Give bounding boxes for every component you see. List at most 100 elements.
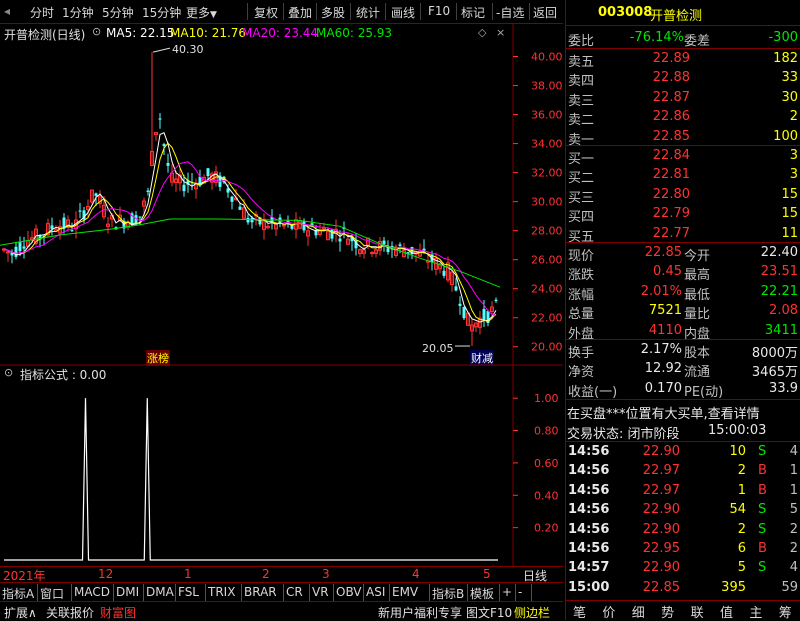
remove-watchlist-button[interactable]: -自选 (496, 4, 524, 21)
tab-5min[interactable]: 5分钟 (102, 4, 134, 21)
tick-row[interactable]: 14:56 22.97 2 B 1 (566, 461, 800, 481)
date-axis: 2021年 12 1 2 3 4 5 日线 (0, 566, 563, 583)
date-label-4: 4 (412, 567, 420, 581)
bid-row[interactable]: 买四 22.79 15 (566, 204, 800, 225)
ask-row[interactable]: 卖四 22.88 33 (566, 68, 800, 89)
bid-volume: 15 (781, 206, 798, 222)
indicator-tab[interactable]: ASI (366, 585, 385, 599)
tick-price: 22.97 (642, 463, 680, 479)
ma20-line (3, 161, 497, 316)
multi-stock-button[interactable]: 多股 (321, 4, 345, 21)
sidebar-toggle[interactable]: 侧边栏 (514, 604, 550, 621)
ask-row[interactable]: 卖五 22.89 182 (566, 49, 800, 70)
diamond-icon[interactable]: ◇ (478, 26, 486, 39)
tab-15min[interactable]: 15分钟 (142, 4, 181, 21)
price-tick-label: 22.00 (531, 312, 563, 325)
stat-value: 4110 (648, 322, 682, 338)
tick-volume: 5 (737, 560, 746, 576)
promo-link[interactable]: 新用户福利专享 (378, 604, 462, 621)
close-icon[interactable]: × (496, 26, 505, 39)
price-tick-label: 32.00 (531, 167, 563, 180)
tick-count: 1 (789, 482, 798, 498)
ma5-label: MA5: 22.15 (106, 26, 175, 40)
high-annotation: 40.30 (172, 43, 204, 56)
stock-header: 003008 开普检测 (566, 3, 800, 24)
indicator-tab[interactable]: + (502, 585, 512, 599)
fuquan-button[interactable]: 复权 (254, 4, 278, 21)
f10-button[interactable]: F10 (428, 4, 450, 18)
bid-volume: 11 (781, 225, 798, 241)
related-quote-button[interactable]: 关联报价 (46, 604, 94, 621)
bid-row[interactable]: 买一 22.84 3 (566, 146, 800, 167)
ask-row[interactable]: 卖三 22.87 30 (566, 88, 800, 109)
stat-value: 7521 (648, 303, 682, 319)
indicator-tab[interactable]: OBV (336, 585, 362, 599)
price-tick-label: 36.00 (531, 109, 563, 122)
stats-button[interactable]: 统计 (356, 4, 380, 21)
stat-label: 现价 (568, 249, 595, 264)
quote-tab[interactable]: 主 (741, 602, 770, 621)
ask-volume: 2 (789, 109, 798, 125)
bid-row[interactable]: 买二 22.81 3 (566, 165, 800, 186)
fin-label: 流通 (684, 365, 711, 381)
mark-button[interactable]: 标记 (461, 4, 485, 21)
quote-tab[interactable]: 筹 (771, 602, 800, 621)
fin-label: 换手 (568, 346, 595, 361)
quote-tab[interactable]: 笔 (565, 602, 594, 621)
bid-row[interactable]: 买五 22.77 11 (566, 224, 800, 245)
quote-tab[interactable]: 细 (624, 602, 653, 621)
indicator-tab[interactable]: EMV (392, 585, 418, 599)
tab-more[interactable]: 更多▼ (186, 4, 217, 21)
indicator-tab[interactable]: MACD (74, 585, 110, 599)
indicator-tab[interactable]: 模板 (470, 585, 494, 602)
indicator-tab[interactable]: VR (312, 585, 329, 599)
expand-button[interactable]: 扩展∧ (4, 604, 37, 621)
tick-row[interactable]: 14:56 22.90 10 S 4 (566, 442, 800, 462)
tick-row[interactable]: 14:56 22.97 1 B 1 (566, 481, 800, 501)
f10-graphic-button[interactable]: 图文F10 (466, 604, 512, 621)
indicator-tab[interactable]: - (518, 585, 522, 599)
bid-price: 22.84 (652, 148, 690, 163)
tick-row[interactable]: 14:57 22.90 5 S 4 (566, 558, 800, 578)
notice-row[interactable]: 在买盘***位置有大买单,查看详情 (566, 401, 800, 422)
big-order-notice[interactable]: 在买盘***位置有大买单,查看详情 (567, 403, 760, 422)
tab-fenshi[interactable]: 分时 (30, 4, 54, 21)
indicator-tab[interactable]: DMI (116, 585, 139, 599)
toolbar-arrow-icon[interactable]: ◂ (4, 4, 10, 18)
indicator-tab[interactable]: 指标A (2, 585, 34, 602)
indicator-tab[interactable]: DMA (146, 585, 174, 599)
overlay-button[interactable]: 叠加 (288, 4, 312, 21)
indicator-tab[interactable]: CR (286, 585, 303, 599)
price-tick-label: 26.00 (531, 254, 563, 267)
ask-row[interactable]: 卖一 22.85 100 (566, 127, 800, 148)
tick-row[interactable]: 14:56 22.95 6 B 2 (566, 539, 800, 559)
indicator-tab[interactable]: FSL (178, 585, 199, 599)
quote-tab[interactable]: 价 (594, 602, 623, 621)
tick-row[interactable]: 14:56 22.90 2 S 2 (566, 520, 800, 540)
ask-row[interactable]: 卖二 22.86 2 (566, 107, 800, 128)
tick-row[interactable]: 14:56 22.90 54 S 5 (566, 500, 800, 520)
draw-line-button[interactable]: 画线 (391, 4, 415, 21)
tick-row[interactable]: 15:00 22.85 395 59 (566, 578, 800, 598)
back-button[interactable]: 返回 (533, 4, 557, 21)
indicator-tab[interactable]: BRAR (244, 585, 277, 599)
indicator-dropdown-icon[interactable]: ⊙ (4, 366, 13, 379)
kline-chart[interactable]: 20.00 22.00 24.00 26.00 28.00 30.00 32.00 34.00… (0, 24, 563, 366)
quote-tab[interactable]: 势 (653, 602, 682, 621)
candle-body (18, 242, 22, 252)
tab-1min[interactable]: 1分钟 (62, 4, 94, 21)
indicator-chart[interactable]: 0.20 0.40 0.60 0.80 1.00 (0, 364, 563, 566)
ask-volume: 33 (781, 70, 798, 86)
tick-price: 22.85 (642, 579, 680, 595)
wealth-chart-button[interactable]: 财富图 (100, 604, 136, 621)
indicator-tab[interactable]: 窗口 (40, 585, 64, 602)
fin-label: 收益(一) (568, 384, 618, 400)
quote-tab[interactable]: 联 (683, 602, 712, 621)
quote-tab[interactable]: 值 (712, 602, 741, 621)
dropdown-icon[interactable]: ⊙ (92, 25, 101, 38)
bid-row[interactable]: 买三 22.80 15 (566, 185, 800, 206)
indicator-tab[interactable]: TRIX (208, 585, 235, 599)
tick-price: 22.90 (642, 502, 680, 518)
tick-volume: 1 (737, 482, 746, 498)
indicator-tab[interactable]: 指标B (432, 585, 464, 602)
